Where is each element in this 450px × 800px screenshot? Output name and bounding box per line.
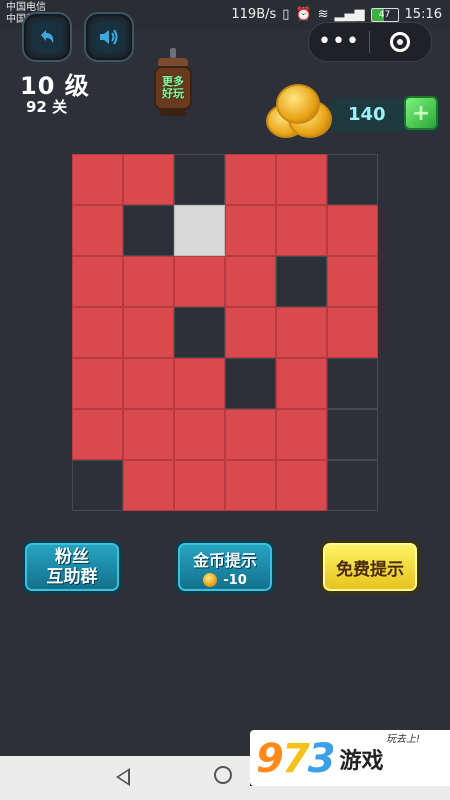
- board-cell-empty[interactable]: [174, 154, 225, 205]
- board-cell-filled[interactable]: [276, 154, 327, 205]
- more-menu-button[interactable]: •••: [309, 23, 369, 61]
- board-cell-filled[interactable]: [276, 358, 327, 409]
- speaker-icon: [93, 21, 125, 53]
- board-cell-filled[interactable]: [225, 154, 276, 205]
- network-speed: 119B/s: [231, 7, 277, 22]
- board-cell-empty[interactable]: [225, 358, 276, 409]
- free-hint-button[interactable]: 免费提示: [320, 540, 420, 594]
- target-icon: [390, 32, 410, 52]
- board-cell-empty[interactable]: [327, 409, 378, 460]
- coin-hint-cost: -10: [223, 572, 247, 588]
- board-cell-filled[interactable]: [123, 256, 174, 307]
- lantern-foot: [160, 110, 186, 116]
- stage-label: 92 关: [26, 98, 68, 116]
- board-cell-filled[interactable]: [276, 460, 327, 511]
- board-cell-empty[interactable]: [276, 256, 327, 307]
- coin-hint-cost-row: -10: [203, 573, 247, 588]
- board-cell-filled[interactable]: [123, 154, 174, 205]
- nav-back-icon[interactable]: [116, 768, 130, 786]
- board-cell-filled[interactable]: [225, 460, 276, 511]
- coin-count: 140: [348, 104, 386, 125]
- more-games-button[interactable]: 更多 好玩: [150, 48, 196, 118]
- fans-group-button[interactable]: 粉丝 互助群: [22, 540, 122, 594]
- free-hint-label: 免费提示: [336, 559, 404, 580]
- board-cell-empty[interactable]: [327, 460, 378, 511]
- undo-arrow-icon: [31, 21, 63, 53]
- watermark-logo: 9 7 3 游戏 玩去上!: [256, 734, 446, 782]
- more-games-text-2: 好玩: [162, 87, 184, 100]
- sound-button[interactable]: [84, 12, 134, 62]
- board-cell-filled[interactable]: [276, 307, 327, 358]
- board-cell-empty[interactable]: [174, 307, 225, 358]
- coin-hint-label: 金币提示: [192, 550, 257, 570]
- board-cell-filled[interactable]: [72, 409, 123, 460]
- nav-home-icon[interactable]: [214, 766, 232, 784]
- board-cell-empty-light[interactable]: [174, 205, 225, 256]
- board-cell-filled[interactable]: [123, 460, 174, 511]
- board-cell-filled[interactable]: [72, 154, 123, 205]
- fans-label-2: 互助群: [46, 567, 98, 587]
- battery-icon: 47: [370, 7, 399, 22]
- board-cell-filled[interactable]: [225, 307, 276, 358]
- alarm-icon: ⏰: [295, 7, 312, 22]
- add-coins-button[interactable]: +: [404, 96, 438, 130]
- signal-icon: ▂▄▆: [334, 7, 365, 22]
- wifi-icon: ≋: [317, 7, 329, 22]
- watermark-digit-9: 9: [256, 736, 284, 782]
- coin-hint-button[interactable]: 金币提示 -10: [175, 540, 275, 594]
- board-cell-filled[interactable]: [327, 256, 378, 307]
- navigation-bar-right: [250, 786, 450, 800]
- board-cell-filled[interactable]: [123, 409, 174, 460]
- board-cell-filled[interactable]: [225, 409, 276, 460]
- watermark-digit-3: 3: [307, 736, 336, 782]
- fans-label-1: 粉丝: [55, 547, 89, 567]
- board-cell-empty[interactable]: [327, 154, 378, 205]
- board-cell-empty[interactable]: [72, 460, 123, 511]
- lantern-cap: [158, 58, 188, 66]
- clock: 15:16: [404, 7, 442, 22]
- board-cell-filled[interactable]: [72, 358, 123, 409]
- watermark-tag: 玩去上!: [386, 734, 421, 745]
- board-cell-empty[interactable]: [327, 358, 378, 409]
- board-cell-filled[interactable]: [174, 460, 225, 511]
- coin-icon: [203, 573, 218, 587]
- board-cell-filled[interactable]: [123, 358, 174, 409]
- lantern-icon: 更多 好玩: [154, 66, 192, 110]
- watermark-digit-7: 7: [281, 736, 310, 782]
- board-cell-empty[interactable]: [123, 205, 174, 256]
- back-button[interactable]: [22, 12, 72, 62]
- status-indicators: 119B/s ▯ ⏰ ≋ ▂▄▆ 47 15:16: [231, 7, 442, 22]
- watermark-word: 游戏: [339, 749, 384, 774]
- lantern-hook: [170, 48, 176, 58]
- mini-program-capsule: •••: [308, 22, 432, 62]
- board-cell-filled[interactable]: [174, 256, 225, 307]
- board-cell-filled[interactable]: [72, 256, 123, 307]
- board-cell-filled[interactable]: [174, 409, 225, 460]
- board-cell-filled[interactable]: [225, 256, 276, 307]
- board-cell-filled[interactable]: [225, 205, 276, 256]
- coin-stack-icon: [262, 82, 332, 142]
- puzzle-board[interactable]: [72, 154, 378, 512]
- vibrate-icon: ▯: [282, 7, 290, 22]
- board-cell-filled[interactable]: [72, 307, 123, 358]
- board-cell-filled[interactable]: [174, 358, 225, 409]
- board-cell-filled[interactable]: [327, 205, 378, 256]
- close-button[interactable]: [370, 32, 430, 52]
- board-cell-filled[interactable]: [327, 307, 378, 358]
- board-cell-filled[interactable]: [123, 307, 174, 358]
- board-cell-filled[interactable]: [276, 409, 327, 460]
- board-cell-filled[interactable]: [72, 205, 123, 256]
- board-cell-filled[interactable]: [276, 205, 327, 256]
- plus-icon: +: [411, 100, 431, 126]
